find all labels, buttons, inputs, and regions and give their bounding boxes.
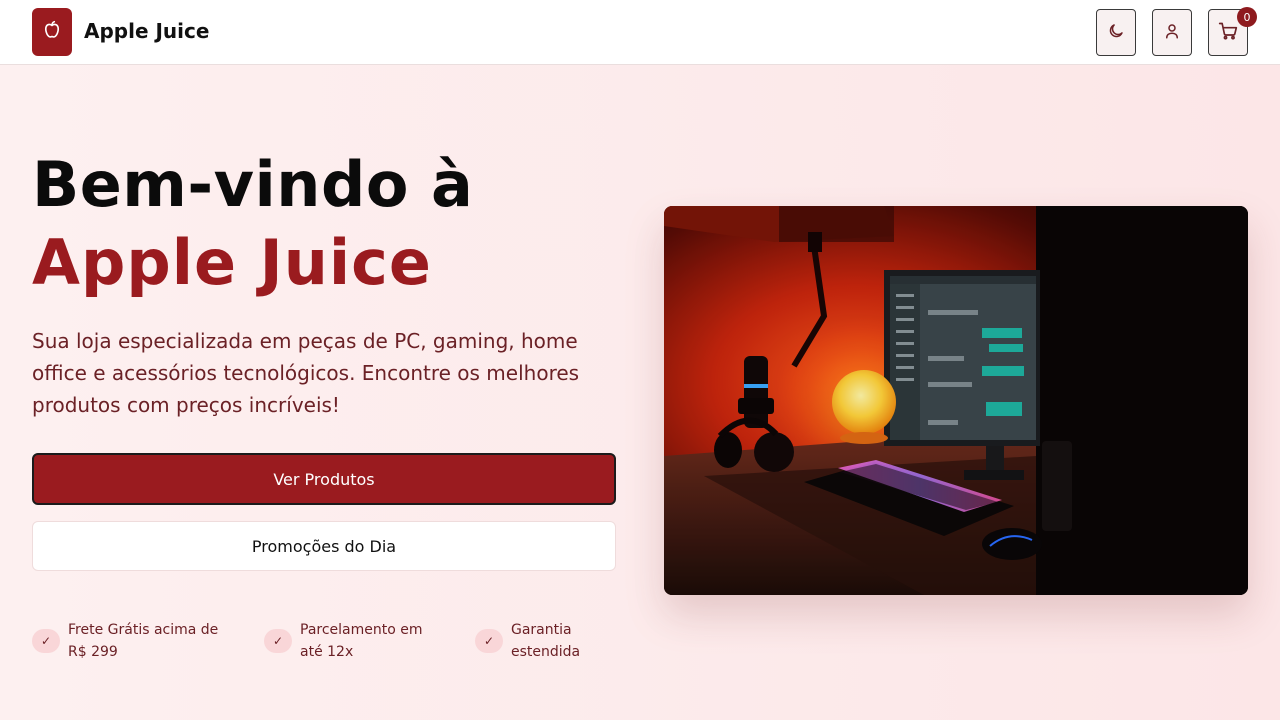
cart-button[interactable]: 0: [1208, 7, 1257, 56]
check-icon: ✓: [32, 629, 60, 653]
view-products-button[interactable]: Ver Produtos: [32, 453, 616, 505]
feature-warranty: ✓ Garantia estendida: [475, 619, 621, 663]
check-icon: ✓: [264, 629, 292, 653]
feature-text: Garantia estendida: [511, 622, 581, 660]
check-icon: ✓: [475, 629, 503, 653]
cart-icon: [1218, 21, 1238, 45]
hero-subtitle: Sua loja especializada em peças de PC, g…: [32, 329, 580, 417]
daily-deals-button[interactable]: Promoções do Dia: [32, 521, 616, 571]
feature-text: Frete Grátis acima de R$ 299: [68, 622, 219, 660]
user-icon: [1163, 22, 1181, 44]
site-header: Apple Juice 0: [0, 0, 1280, 65]
brand-name[interactable]: Apple Juice: [84, 19, 209, 43]
theme-toggle-button[interactable]: [1096, 9, 1136, 56]
hero-title-line1: Bem-vindo à: [32, 148, 474, 221]
feature-free-shipping: ✓ Frete Grátis acima de R$ 299: [32, 619, 228, 663]
feature-installments: ✓ Parcelamento em até 12x: [264, 619, 430, 663]
apple-icon: [41, 19, 63, 45]
hero-image-gaming-setup: [664, 206, 1248, 595]
hero-title-brand: Apple Juice: [32, 226, 432, 299]
feature-text: Parcelamento em até 12x: [300, 622, 423, 660]
account-button[interactable]: [1152, 9, 1192, 56]
cart-count-badge: 0: [1237, 7, 1257, 27]
moon-icon: [1107, 22, 1125, 44]
logo[interactable]: [32, 8, 72, 56]
